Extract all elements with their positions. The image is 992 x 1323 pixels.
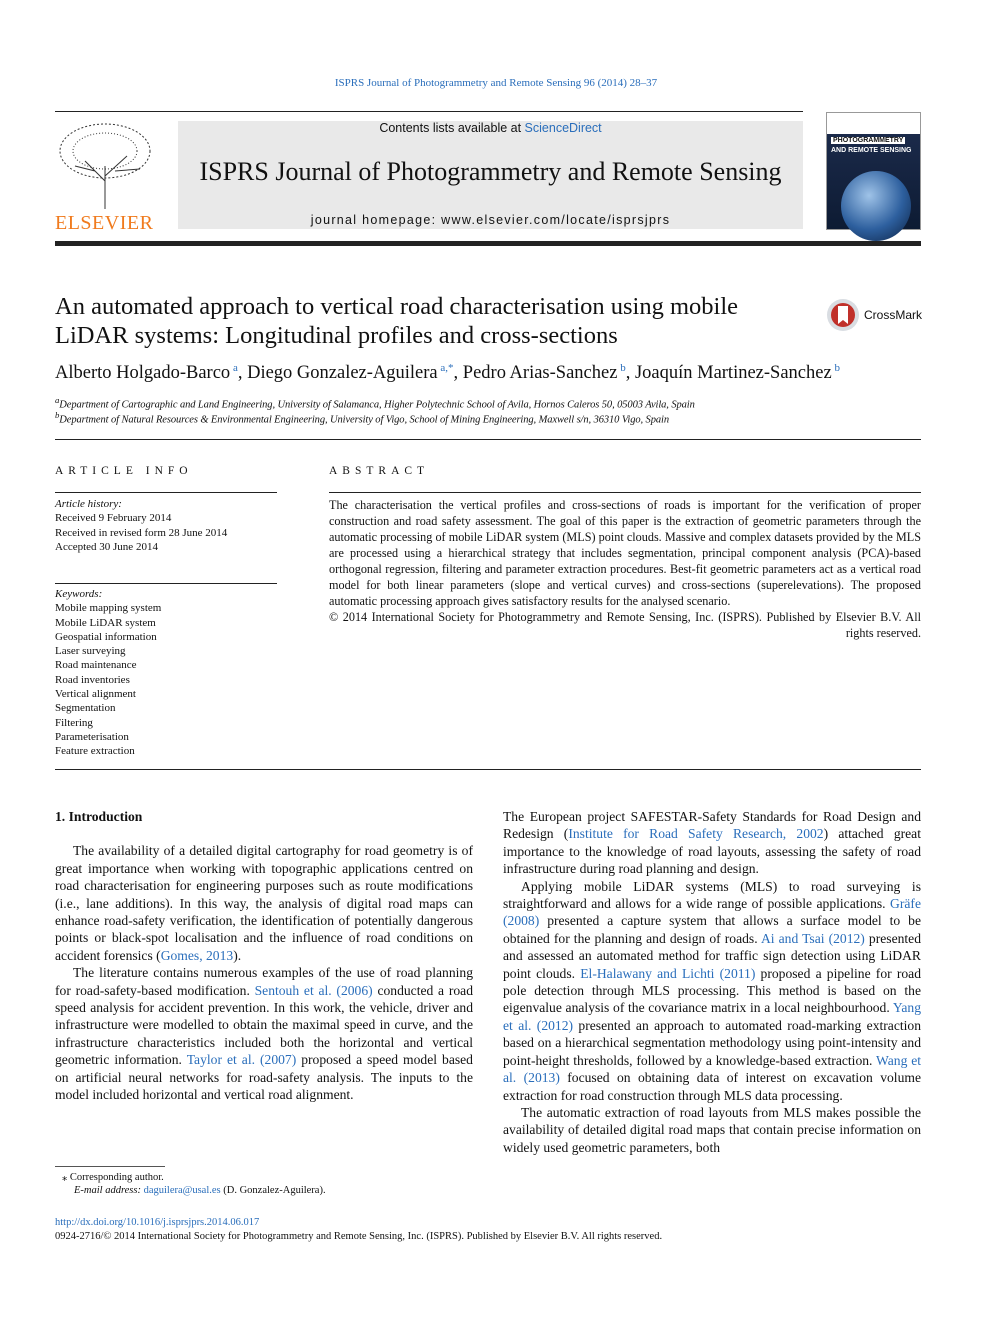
journal-citation-link[interactable]: ISPRS Journal of Photogrammetry and Remo… <box>0 77 992 89</box>
cover-title-2: AND REMOTE SENSING <box>831 147 912 154</box>
divider <box>55 583 277 584</box>
doi-link[interactable]: http://dx.doi.org/10.1016/j.isprsjprs.20… <box>55 1217 259 1228</box>
abstract-heading: ABSTRACT <box>329 465 430 477</box>
journal-title: ISPRS Journal of Photogrammetry and Remo… <box>199 157 782 186</box>
citation-link[interactable]: Gomes, 2013 <box>161 948 234 963</box>
author-name[interactable]: Joaquín Martinez-Sanchez <box>635 363 832 383</box>
journal-homepage: journal homepage: www.elsevier.com/locat… <box>178 213 803 227</box>
keyword: Geospatial information <box>55 630 157 643</box>
journal-cover: PHOTOGRAMMETRY AND REMOTE SENSING <box>826 112 921 241</box>
keyword: Parameterisation <box>55 730 129 743</box>
paragraph: The availability of a detailed digital c… <box>55 842 473 964</box>
email-suffix: (D. Gonzalez-Aguilera). <box>220 1185 326 1196</box>
history-item: Received in revised form 28 June 2014 <box>55 526 228 539</box>
cover-title-1: PHOTOGRAMMETRY <box>831 137 906 144</box>
keyword: Filtering <box>55 716 93 729</box>
author-affiliation-marker[interactable]: a,* <box>438 362 453 374</box>
footnote-divider <box>55 1166 165 1167</box>
affiliation-a: aDepartment of Cartographic and Land Eng… <box>55 395 695 411</box>
paragraph: The European project SAFESTAR-Safety Sta… <box>503 808 921 878</box>
homepage-link[interactable]: www.elsevier.com/locate/isprsjprs <box>441 213 670 227</box>
keywords-label: Keywords: <box>55 588 103 600</box>
history-item: Received 9 February 2014 <box>55 512 172 525</box>
author-affiliation-marker[interactable]: b <box>617 362 626 374</box>
history-item: Accepted 30 June 2014 <box>55 540 158 553</box>
author-name[interactable]: Diego Gonzalez-Aguilera <box>247 363 438 383</box>
homepage-label: journal homepage: <box>310 213 442 227</box>
keyword: Road inventories <box>55 673 130 686</box>
paragraph: Applying mobile LiDAR systems (MLS) to r… <box>503 878 921 1104</box>
abstract-copyright: © 2014 International Society for Photogr… <box>329 610 921 640</box>
elsevier-logo: ELSEVIER <box>55 212 154 234</box>
keyword: Road maintenance <box>55 659 137 672</box>
keyword: Segmentation <box>55 702 116 715</box>
citation-link[interactable]: El-Halawany and Lichti (2011) <box>580 966 755 981</box>
earth-image <box>841 171 911 241</box>
author-affiliation-marker[interactable]: b <box>832 362 840 374</box>
corresponding-author-note: ⁎ Corresponding author. <box>62 1172 164 1183</box>
divider <box>329 492 921 493</box>
email-label: E-mail address: <box>74 1185 144 1196</box>
abstract-text: The characterisation the vertical profil… <box>329 498 921 608</box>
body-right-column: The European project SAFESTAR-Safety Sta… <box>503 808 921 1156</box>
author-name[interactable]: Pedro Arias-Sanchez <box>463 363 618 383</box>
keyword: Mobile LiDAR system <box>55 616 156 629</box>
keywords: Keywords: Mobile mapping system Mobile Li… <box>55 587 280 759</box>
elsevier-tree-logo <box>55 121 155 209</box>
divider <box>55 439 921 440</box>
author-affiliation-marker[interactable]: a <box>230 362 238 374</box>
article-title: An automated approach to vertical road c… <box>55 293 739 349</box>
body-left-column: 1. Introduction The availability of a de… <box>55 808 473 1104</box>
contents-label: Contents lists available at <box>379 121 525 135</box>
divider <box>55 111 803 112</box>
citation-link[interactable]: Institute for Road Safety Research, 2002 <box>568 826 823 841</box>
citation-link[interactable]: Taylor et al. (2007) <box>187 1052 297 1067</box>
keyword: Vertical alignment <box>55 688 136 701</box>
thick-divider <box>55 241 921 246</box>
citation-link[interactable]: Ai and Tsai (2012) <box>761 931 865 946</box>
divider <box>55 492 277 493</box>
divider <box>55 769 921 770</box>
abstract: The characterisation the vertical profil… <box>329 497 921 641</box>
article-history: Article history: Received 9 February 201… <box>55 497 280 554</box>
paragraph: The automatic extraction of road layouts… <box>503 1104 921 1156</box>
article-info-heading: ARTICLE INFO <box>55 465 193 477</box>
text-run: The availability of a detailed digital c… <box>55 843 473 963</box>
crossmark-label: CrossMark <box>864 308 923 322</box>
author-name[interactable]: Alberto Holgado-Barco <box>55 363 230 383</box>
citation-link[interactable]: Sentouh et al. (2006) <box>255 983 373 998</box>
paragraph: The literature contains numerous example… <box>55 964 473 1103</box>
text-run: The automatic extraction of road layouts… <box>503 1104 921 1155</box>
crossmark-icon <box>827 299 859 331</box>
history-label: Article history: <box>55 498 122 510</box>
email-link[interactable]: daguilera@usal.es <box>144 1185 221 1196</box>
footnote: ⁎ Corresponding author. E-mail address: … <box>62 1171 326 1196</box>
text-run: Applying mobile LiDAR systems (MLS) to r… <box>503 878 921 912</box>
text-run: focused on obtaining data of interest on… <box>503 1070 921 1103</box>
keyword: Laser surveying <box>55 645 126 658</box>
author-list: Alberto Holgado-Barco a, Diego Gonzalez-… <box>55 362 840 384</box>
crossmark-button[interactable]: CrossMark <box>826 298 922 332</box>
affiliation-b: bDepartment of Natural Resources & Envir… <box>55 410 669 426</box>
keyword: Feature extraction <box>55 745 135 758</box>
sciencedirect-link[interactable]: ScienceDirect <box>525 121 602 135</box>
issn-copyright: 0924-2716/© 2014 International Society f… <box>55 1231 663 1242</box>
section-heading: 1. Introduction <box>55 809 143 824</box>
text-run: ). <box>233 947 242 963</box>
contents-line: Contents lists available at ScienceDirec… <box>178 121 803 135</box>
keyword: Mobile mapping system <box>55 602 162 615</box>
